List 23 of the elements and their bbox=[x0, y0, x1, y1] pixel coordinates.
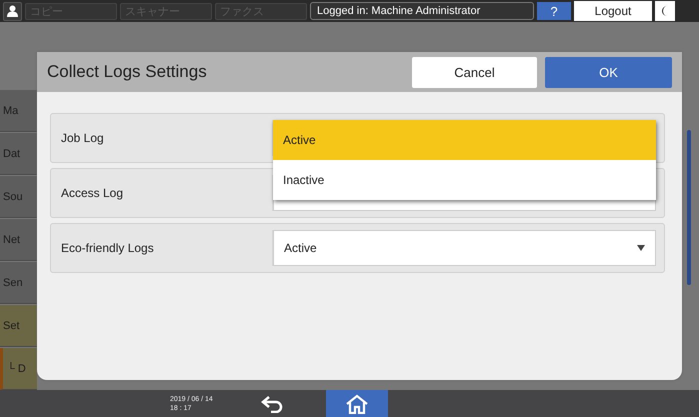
sidebar-item[interactable]: Sen bbox=[0, 262, 37, 304]
menu-option[interactable]: Active bbox=[273, 120, 656, 160]
logout-button[interactable]: Logout bbox=[574, 1, 652, 21]
scrollbar[interactable] bbox=[687, 130, 691, 285]
dropdown-value: Active bbox=[284, 241, 318, 255]
user-icon[interactable] bbox=[3, 2, 22, 20]
sidebar-item[interactable]: Set bbox=[0, 305, 37, 347]
cancel-button[interactable]: Cancel bbox=[412, 56, 537, 88]
sidebar-item[interactable]: Net bbox=[0, 219, 37, 261]
home-icon bbox=[346, 394, 368, 414]
ok-button[interactable]: OK bbox=[545, 56, 672, 88]
menu-option[interactable]: Inactive bbox=[273, 160, 656, 200]
help-button[interactable]: ? bbox=[537, 2, 571, 20]
dialog-title: Collect Logs Settings bbox=[47, 62, 208, 82]
sidebar-item[interactable]: Ma bbox=[0, 90, 37, 132]
sidebar-item[interactable]: └ D bbox=[0, 348, 37, 390]
caret-icon bbox=[637, 245, 645, 251]
login-status[interactable]: Logged in: Machine Administrator bbox=[310, 2, 534, 20]
sidebar-item[interactable]: Dat bbox=[0, 133, 37, 175]
sidebar-item[interactable]: Sou bbox=[0, 176, 37, 218]
dropdown-field[interactable]: Active bbox=[273, 230, 656, 266]
back-arrow-icon[interactable] bbox=[260, 394, 284, 412]
home-button[interactable] bbox=[326, 390, 388, 417]
